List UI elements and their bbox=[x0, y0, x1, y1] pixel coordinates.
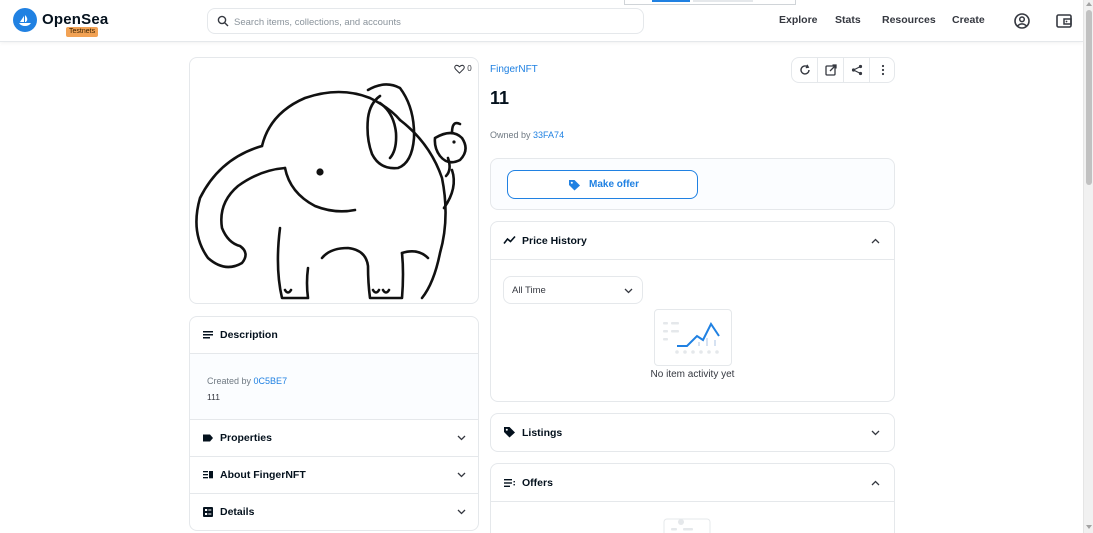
top-navbar: OpenSea Testnets Explore Stats Resources… bbox=[0, 0, 1083, 42]
nav-resources[interactable]: Resources bbox=[882, 14, 936, 26]
chevron-down-icon bbox=[624, 288, 633, 294]
price-history-title: Price History bbox=[522, 235, 587, 247]
dropdown-popup-edge bbox=[624, 0, 796, 5]
offers-list-icon bbox=[504, 479, 515, 487]
chevron-up-icon bbox=[871, 238, 880, 244]
chevron-up-icon bbox=[871, 480, 880, 486]
token-title: 11 bbox=[490, 88, 510, 108]
offers-panel: Offers bbox=[490, 463, 895, 533]
owner-link[interactable]: 33FA74 bbox=[533, 130, 564, 140]
empty-activity-text: No item activity yet bbox=[650, 369, 735, 380]
refresh-button[interactable] bbox=[792, 58, 818, 82]
elephant-artwork bbox=[195, 83, 467, 300]
details-header[interactable]: Details bbox=[190, 494, 478, 530]
testnets-badge: Testnets bbox=[66, 27, 99, 37]
description-body: Created by 0C5BE7 111 bbox=[190, 354, 478, 420]
search-box[interactable] bbox=[207, 8, 644, 34]
nav-create[interactable]: Create bbox=[952, 14, 985, 26]
time-range-value: All Time bbox=[512, 285, 546, 296]
left-accordion-panel: Description Created by 0C5BE7 111 Proper… bbox=[189, 316, 479, 531]
properties-title: Properties bbox=[220, 432, 272, 444]
creator-link[interactable]: 0C5BE7 bbox=[254, 376, 288, 386]
offers-header[interactable]: Offers bbox=[491, 464, 894, 502]
opensea-logo-icon[interactable] bbox=[13, 8, 37, 32]
nav-stats[interactable]: Stats bbox=[835, 14, 861, 26]
label-tag-icon bbox=[203, 434, 213, 442]
more-vertical-icon bbox=[881, 64, 885, 76]
description-header[interactable]: Description bbox=[190, 317, 478, 354]
empty-offers-illustration bbox=[663, 518, 711, 533]
empty-chart-illustration bbox=[654, 309, 732, 366]
scroll-up-arrow[interactable] bbox=[1086, 2, 1092, 6]
chevron-down-icon bbox=[457, 509, 466, 515]
about-header[interactable]: About FingerNFT bbox=[190, 457, 478, 494]
chevron-down-icon bbox=[457, 472, 466, 478]
page-scrollbar[interactable] bbox=[1083, 0, 1093, 533]
share-icon bbox=[851, 64, 863, 76]
properties-header[interactable]: Properties bbox=[190, 420, 478, 457]
account-icon[interactable] bbox=[1012, 11, 1032, 31]
search-input[interactable] bbox=[234, 13, 634, 31]
scroll-down-arrow[interactable] bbox=[1086, 525, 1092, 529]
tag-icon bbox=[569, 180, 580, 191]
about-title: About FingerNFT bbox=[220, 469, 306, 481]
collection-link[interactable]: FingerNFT bbox=[490, 64, 538, 75]
make-offer-button[interactable]: Make offer bbox=[507, 170, 698, 199]
offer-panel: Make offer bbox=[490, 158, 895, 210]
refresh-icon bbox=[800, 64, 810, 75]
offers-title: Offers bbox=[522, 477, 553, 489]
search-icon bbox=[217, 15, 229, 27]
scroll-thumb[interactable] bbox=[1086, 10, 1092, 185]
created-by-line: Created by 0C5BE7 bbox=[207, 376, 288, 386]
wallet-icon[interactable] bbox=[1054, 11, 1074, 31]
chevron-down-icon bbox=[871, 430, 880, 436]
trending-line-icon bbox=[503, 235, 516, 244]
details-list-icon bbox=[203, 507, 213, 517]
make-offer-label: Make offer bbox=[589, 179, 640, 190]
nav-explore[interactable]: Explore bbox=[779, 14, 818, 26]
owner-line: Owned by 33FA74 bbox=[490, 130, 565, 140]
external-link-button[interactable] bbox=[818, 58, 844, 82]
listings-header[interactable]: Listings bbox=[490, 413, 895, 452]
more-options-button[interactable] bbox=[870, 58, 896, 82]
details-title: Details bbox=[220, 506, 255, 518]
share-button[interactable] bbox=[844, 58, 870, 82]
description-title: Description bbox=[220, 329, 278, 341]
description-text: 111 bbox=[207, 392, 220, 402]
text-lines-icon bbox=[203, 331, 213, 339]
vertical-split-icon bbox=[203, 471, 213, 479]
nft-image-card[interactable]: 0 bbox=[189, 57, 479, 304]
external-link-icon bbox=[825, 64, 837, 76]
brand-name[interactable]: OpenSea bbox=[42, 11, 108, 28]
chevron-down-icon bbox=[457, 435, 466, 441]
time-range-select[interactable]: All Time bbox=[503, 276, 643, 304]
listings-title: Listings bbox=[522, 427, 563, 439]
price-history-panel: Price History All Time No item activity … bbox=[490, 221, 895, 402]
asset-action-buttons bbox=[791, 57, 895, 83]
price-history-header[interactable]: Price History bbox=[491, 222, 894, 260]
tag-icon bbox=[504, 427, 515, 438]
